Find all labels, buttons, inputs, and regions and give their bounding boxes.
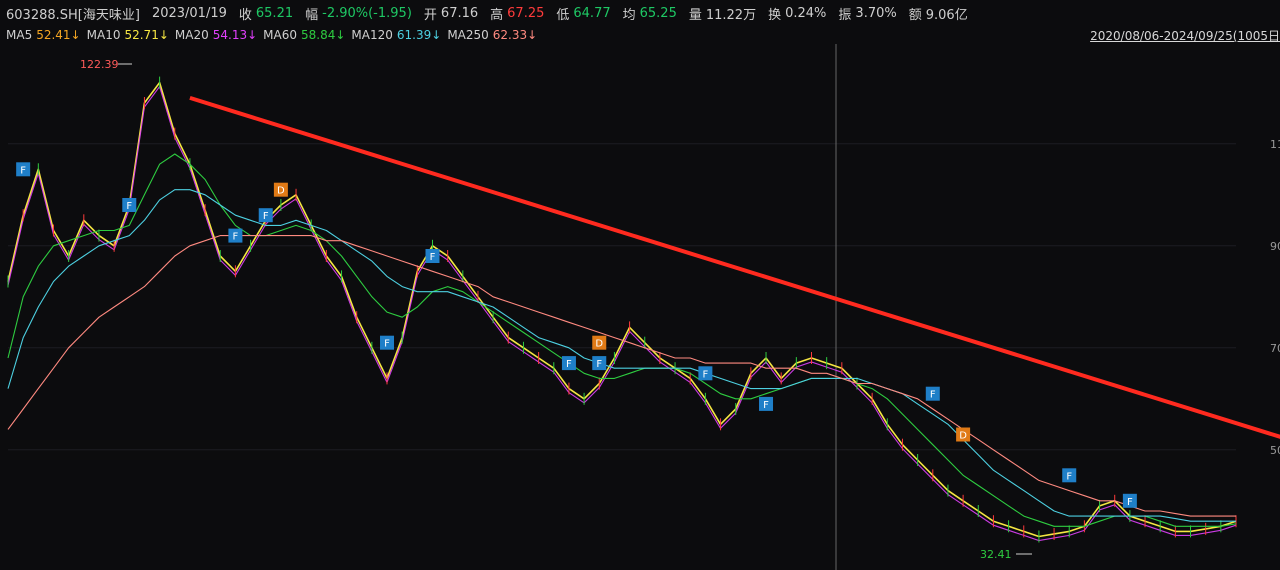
ma10-value: 52.71↓ [124,28,169,42]
signal-marker-label: F [1066,471,1072,482]
signal-marker-label: D [277,186,285,197]
max-price-label: 122.39 [80,58,119,71]
moving-average-bar: MA5 52.41↓ MA10 52.71↓ MA20 54.13↓ MA60 58.8… [0,26,1280,45]
stock-symbol[interactable]: 603288.SH[海天味业] [6,4,140,23]
avg-label: 均 [622,7,636,23]
y-tick-label: 70 [1270,342,1280,355]
signal-marker-label: F [596,359,602,370]
turnover-value: 0.24% [785,5,827,21]
ma20-label: MA20 [174,28,209,42]
ma120-value: 61.39↓ [396,28,442,42]
change-value: -2.90%(-1.95) [322,5,412,21]
ma5-label: MA5 [6,28,33,42]
open-value: 67.16 [440,5,479,21]
ma250-label: MA250 [447,28,489,42]
kline-chart[interactable]: FFDFFFFFDFFFFDFFFDF 110907050 122.3932.4… [0,44,1280,570]
change-label: 幅 [305,7,319,23]
signal-marker-label: F [1127,497,1133,508]
ma120-label: MA120 [351,28,393,42]
amplitude-value: 3.70% [855,5,897,21]
low-value: 64.77 [573,5,611,21]
signal-marker-label: D [959,431,967,442]
volume-label: 量 [688,7,702,23]
quote-date: 2023/01/19 [151,5,227,21]
volume-value: 11.22万 [705,7,757,23]
ma20-value: 54.13↓ [212,28,258,42]
signal-marker-label: D [595,339,603,350]
signal-marker-label: F [20,165,26,176]
signal-marker-label: F [384,339,390,350]
amount-value: 9.06亿 [925,7,968,23]
y-tick-label: 110 [1270,138,1280,151]
ma10-label: MA10 [86,28,121,42]
quote-info-bar: 603288.SH[海天味业] 2023/01/19 收 65.21 幅 -2.90… [0,0,1280,26]
ma250-value: 62.33↓ [492,28,538,42]
amplitude-label: 振 [838,7,852,23]
signal-marker-label: F [126,201,132,212]
y-tick-label: 90 [1270,240,1280,253]
ma60-value: 58.84↓ [301,28,346,42]
amount-label: 额 [908,7,922,23]
high-value: 67.25 [507,5,545,21]
signal-marker-label: F [930,390,936,401]
signal-marker-label: F [566,359,572,370]
signal-marker-label: F [430,252,436,263]
chart-background [0,44,1280,570]
min-price-label: 32.41 [980,548,1012,561]
low-label: 低 [556,7,570,23]
high-label: 高 [490,7,504,23]
close-value: 65.21 [255,5,294,21]
signal-marker-label: F [702,369,708,380]
close-label: 收 [238,7,252,23]
signal-marker-label: F [763,400,769,411]
date-range-label[interactable]: 2020/08/06-2024/09/25(1005日 [1090,27,1280,44]
ma5-value: 52.41↓ [36,28,81,42]
y-tick-label: 50 [1270,444,1280,457]
ma60-label: MA60 [263,28,297,42]
signal-marker-label: F [263,211,269,222]
open-label: 开 [423,7,437,23]
signal-marker-label: F [233,232,239,243]
turnover-label: 换 [768,7,782,23]
avg-value: 65.25 [639,5,677,21]
